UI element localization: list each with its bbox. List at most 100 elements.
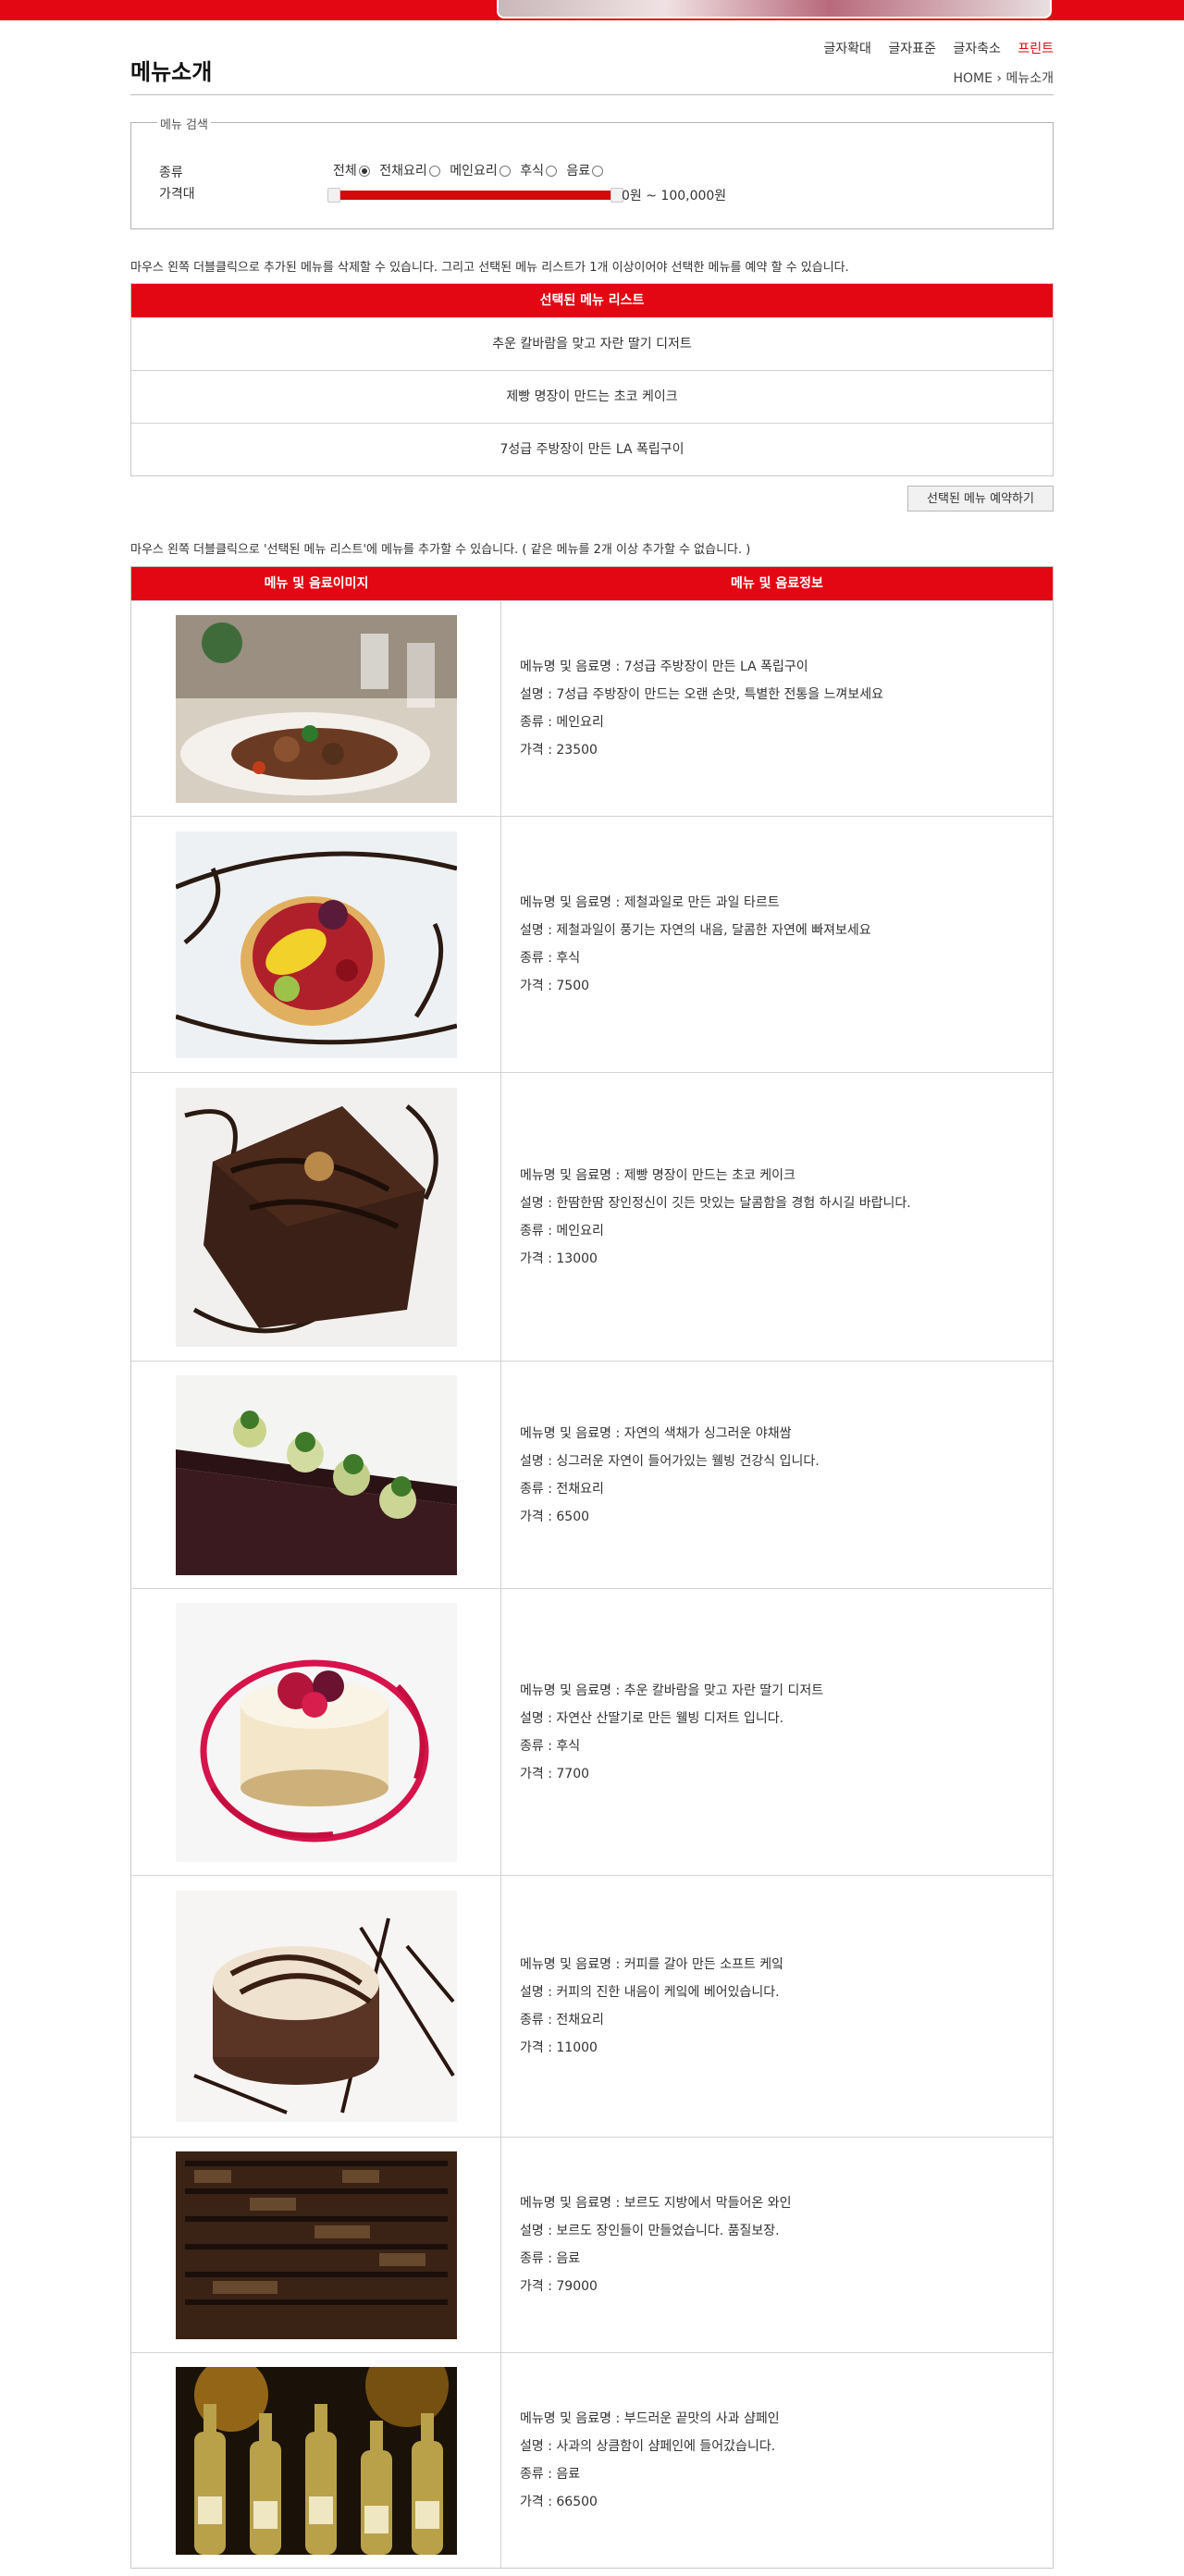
menu-table: 메뉴 및 음료이미지 메뉴 및 음료정보 메뉴명 및 음료명: 7성급 주방장… [130, 566, 1054, 2569]
menu-row[interactable]: 메뉴명 및 음료명 : 자연의 색채가 싱그러운 야채쌈 설명 : 싱그러운 자… [131, 1361, 1053, 1588]
menu-desc: 커피의 진한 내음이 케잌에 베어있습니다. [556, 1985, 780, 2000]
menu-desc: 보르도 장인들이 만들었습니다. 품질보장. [556, 2224, 780, 2238]
selected-list-item[interactable]: 7성급 주방장이 만든 LA 폭립구이 [131, 423, 1053, 475]
menu-price: 79000 [556, 2279, 598, 2294]
menu-category: 후식 [556, 951, 581, 966]
divider [130, 94, 1054, 95]
price-range-text: 0원 ~ 100,000원 [622, 189, 727, 203]
menu-row[interactable]: 메뉴명 및 음료명 : 7성급 주방장이 만든 LA 폭립구이 설명 : 7성급… [131, 600, 1053, 816]
menu-table-header: 메뉴 및 음료이미지 메뉴 및 음료정보 [131, 567, 1053, 600]
menu-row[interactable]: 메뉴명 및 음료명 : 커피를 갈아 만든 소프트 케잌 설명 : 커피의 진한… [131, 1875, 1053, 2137]
ribs-plate-photo-icon [175, 614, 457, 803]
radio-drink[interactable] [592, 166, 604, 177]
menu-info: 메뉴명 및 음료명 : 제철과일로 만든 과일 타르트 설명 : 제철과일이 풍… [501, 817, 1053, 1072]
menu-price: 11000 [556, 2040, 598, 2055]
selected-list-item[interactable]: 추운 칼바람을 맞고 자란 딸기 디저트 [131, 317, 1053, 370]
menu-info: 메뉴명 및 음료명 : 부드러운 끝맛의 사과 샴페인 설명 : 사과의 상큼함… [501, 2353, 1053, 2568]
menu-desc-line: 설명 : 한땀한땀 장인정신이 깃든 맛있는 달콤함을 경험 하시길 바랍니다. [520, 1195, 911, 1211]
menu-category: 음료 [556, 2251, 581, 2266]
wine-cellar-photo-cell [131, 2138, 501, 2352]
search-legend: 메뉴 검색 [157, 115, 211, 132]
menu-category: 후식 [556, 1738, 581, 1754]
menu-info: 메뉴명 및 음료명 : 커피를 갈아 만든 소프트 케잌 설명 : 커피의 진한… [501, 1876, 1053, 2137]
radio-main[interactable] [499, 166, 511, 177]
coffee-cake-photo-cell [131, 1876, 501, 2137]
radio-all[interactable] [358, 166, 370, 177]
menu-info: 메뉴명 및 음료명 : 7성급 주방장이 만든 LA 폭립구이 설명 : 7성급… [501, 601, 1053, 816]
menu-price: 23500 [556, 743, 598, 758]
berry-cheesecake-photo-icon [175, 1602, 457, 1862]
menu-name: 추운 칼바람을 맞고 자란 딸기 디저트 [623, 1682, 824, 1698]
menu-desc: 제철과일이 풍기는 자연의 내음, 달콤한 자연에 빠져보세요 [556, 923, 871, 938]
menu-row[interactable]: 메뉴명 및 음료명 : 제철과일로 만든 과일 타르트 설명 : 제철과일이 풍… [131, 816, 1053, 1072]
banner-image [497, 0, 1052, 18]
radio-appetizer-label: 전채요리 [379, 164, 427, 179]
text-size-links: 글자확대 글자표준 글자축소 프린트 [810, 39, 1054, 57]
price-slider[interactable] [327, 188, 623, 203]
menu-category-line: 종류 : 음료 [520, 2251, 581, 2266]
reserve-selected-button[interactable]: 선택된 메뉴 예약하기 [907, 486, 1054, 512]
print-link[interactable]: 프린트 [1018, 42, 1054, 56]
radio-appetizer[interactable] [428, 166, 440, 177]
menu-category-line: 종류 : 음료 [520, 2467, 581, 2482]
selected-menu-list: 선택된 메뉴 리스트 추운 칼바람을 맞고 자란 딸기 디저트 제빵 명장이 만… [130, 283, 1054, 476]
breadcrumb-current: 메뉴소개 [1005, 71, 1054, 86]
zoom-normal-link[interactable]: 글자표준 [888, 42, 936, 56]
selected-list-header: 선택된 메뉴 리스트 [131, 284, 1053, 317]
menu-name-line: 메뉴명 및 음료명 : 커피를 갈아 만든 소프트 케잌 [520, 1957, 784, 1972]
page-title: 메뉴소개 [130, 59, 213, 85]
menu-name: 보르도 지방에서 막들어온 와인 [623, 2196, 792, 2211]
menu-desc: 싱그러운 자연이 들어가있는 웰빙 건강식 입니다. [556, 1453, 820, 1469]
price-label: 가격대 [159, 187, 195, 202]
menu-search-box: 메뉴 검색 종류 가격대 전체 전채요리 메인요리 후식 음료 0원 ~ 100… [130, 115, 1054, 229]
radio-drink-label: 음료 [566, 164, 591, 179]
menu-name-line: 메뉴명 및 음료명 : 추운 칼바람을 맞고 자란 딸기 디저트 [520, 1682, 824, 1698]
selected-help-text: 마우스 왼쪽 더블클릭으로 추가된 메뉴를 삭제할 수 있습니다. 그리고 선택… [130, 261, 849, 275]
selected-list-item[interactable]: 제빵 명장이 만드는 초코 케이크 [131, 370, 1053, 423]
vegetable-wrap-photo-cell [131, 1362, 501, 1588]
menu-desc-line: 설명 : 자연산 산딸기로 만든 웰빙 디저트 입니다. [520, 1710, 784, 1726]
vegetable-wrap-photo-icon [175, 1374, 457, 1575]
menu-row[interactable]: 메뉴명 및 음료명 : 추운 칼바람을 맞고 자란 딸기 디저트 설명 : 자연… [131, 1588, 1053, 1875]
menu-category: 메인요리 [556, 1223, 604, 1239]
menu-name-line: 메뉴명 및 음료명 : 제철과일로 만든 과일 타르트 [520, 895, 780, 910]
menu-help-text: 마우스 왼쪽 더블클릭으로 '선택된 메뉴 리스트'에 메뉴를 추가할 수 있습… [130, 543, 751, 557]
menu-desc-line: 설명 : 제철과일이 풍기는 자연의 내음, 달콤한 자연에 빠져보세요 [520, 923, 871, 938]
menu-row[interactable]: 메뉴명 및 음료명 : 보르도 지방에서 막들어온 와인 설명 : 보르도 장인… [131, 2137, 1053, 2352]
header-info-column: 메뉴 및 음료정보 [731, 576, 823, 591]
menu-category: 음료 [556, 2467, 581, 2482]
menu-desc: 7성급 주방장이 만드는 오랜 손맛, 특별한 전통을 느껴보세요 [556, 687, 884, 702]
menu-row[interactable]: 메뉴명 및 음료명 : 부드러운 끝맛의 사과 샴페인 설명 : 사과의 상큼함… [131, 2352, 1053, 2568]
menu-desc-line: 설명 : 사과의 상큼함이 샴페인에 들어갔습니다. [520, 2439, 776, 2454]
menu-price: 13000 [556, 1251, 598, 1266]
zoom-out-link[interactable]: 글자축소 [953, 42, 1001, 56]
category-label: 종류 [159, 166, 183, 180]
menu-desc-line: 설명 : 싱그러운 자연이 들어가있는 웰빙 건강식 입니다. [520, 1453, 820, 1469]
menu-price-line: 가격 : 11000 [520, 2040, 598, 2055]
menu-price-line: 가격 : 13000 [520, 1251, 598, 1266]
menu-price-line: 가격 : 66500 [520, 2495, 598, 2509]
menu-row[interactable]: 메뉴명 및 음료명 : 제빵 명장이 만드는 초코 케이크 설명 : 한땀한땀 … [131, 1072, 1053, 1361]
menu-price-line: 가격 : 7700 [520, 1766, 590, 1781]
menu-name-line: 메뉴명 및 음료명 : 부드러운 끝맛의 사과 샴페인 [520, 2411, 780, 2426]
berry-cheesecake-photo-cell [131, 1589, 501, 1875]
slider-min-handle[interactable] [327, 188, 340, 203]
breadcrumb-home[interactable]: HOME [953, 71, 992, 86]
menu-category-line: 종류 : 전채요리 [520, 2013, 604, 2028]
menu-name: 커피를 갈아 만든 소프트 케잌 [623, 1957, 784, 1972]
top-banner [0, 0, 1184, 20]
ribs-plate-photo-cell [131, 601, 501, 816]
zoom-in-link[interactable]: 글자확대 [823, 42, 871, 56]
menu-desc: 한땀한땀 장인정신이 깃든 맛있는 달콤함을 경험 하시길 바랍니다. [556, 1195, 911, 1211]
radio-dessert[interactable] [545, 166, 557, 177]
menu-price: 6500 [556, 1509, 590, 1524]
menu-desc-line: 설명 : 7성급 주방장이 만드는 오랜 손맛, 특별한 전통을 느껴보세요 [520, 687, 884, 702]
menu-name-line: 메뉴명 및 음료명 : 제빵 명장이 만드는 초코 케이크 [520, 1167, 796, 1183]
chocolate-cake-photo-cell [131, 1073, 501, 1361]
menu-price: 7700 [556, 1766, 590, 1781]
menu-price-line: 가격 : 7500 [520, 979, 590, 993]
menu-category: 전채요리 [556, 1481, 604, 1497]
menu-name-line: 메뉴명 및 음료명 : 보르도 지방에서 막들어온 와인 [520, 2196, 792, 2211]
menu-category: 메인요리 [556, 715, 604, 730]
menu-name: 제빵 명장이 만드는 초코 케이크 [623, 1167, 796, 1183]
